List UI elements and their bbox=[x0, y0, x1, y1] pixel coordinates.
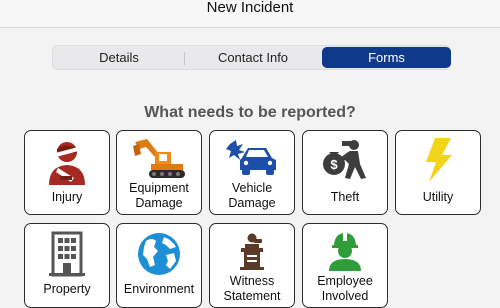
tile-label: Utility bbox=[422, 190, 454, 204]
tab-contact-info[interactable]: Contact Info bbox=[185, 46, 321, 69]
tile-label-line1: Employee bbox=[317, 274, 373, 288]
tile-label-line1: Witness bbox=[229, 274, 275, 288]
navigation-header: New Incident bbox=[0, 0, 500, 28]
tile-label: Theft bbox=[330, 190, 360, 204]
tile-label: Injury bbox=[51, 190, 83, 204]
section-heading: What needs to be reported? bbox=[144, 104, 356, 121]
tile-label-line1: Equipment bbox=[129, 181, 189, 195]
environment-tile[interactable]: Environment bbox=[116, 223, 202, 308]
tile-label: Property bbox=[43, 282, 91, 296]
page-title: New Incident bbox=[206, 0, 294, 16]
injury-tile[interactable]: Injury bbox=[24, 130, 110, 215]
tile-label-line2: Damage bbox=[228, 196, 276, 210]
injury-icon bbox=[49, 142, 85, 185]
tab-bar: Details Contact Info Forms bbox=[52, 45, 451, 70]
tile-label-line1: Vehicle bbox=[231, 181, 273, 195]
employee-involved-icon bbox=[329, 233, 361, 271]
tab-forms[interactable]: Forms bbox=[322, 47, 451, 68]
theft-icon: $ bbox=[323, 140, 366, 179]
theft-tile[interactable]: $ Theft bbox=[302, 130, 388, 215]
tile-label: Environment bbox=[123, 282, 195, 296]
property-icon bbox=[49, 231, 85, 277]
tile-label-line2: Statement bbox=[223, 289, 281, 303]
tile-label-line2: Damage bbox=[135, 196, 183, 210]
tile-label-line2: Involved bbox=[321, 289, 369, 303]
utility-icon bbox=[426, 138, 452, 182]
property-tile[interactable]: Property bbox=[24, 223, 110, 308]
environment-icon bbox=[138, 233, 180, 275]
equipment-damage-icon bbox=[133, 139, 185, 178]
vehicle-damage-icon bbox=[226, 140, 276, 175]
equipment-damage-tile[interactable]: Equipment Damage bbox=[116, 130, 202, 215]
vehicle-damage-tile[interactable]: Vehicle Damage bbox=[209, 130, 295, 215]
tab-details[interactable]: Details bbox=[53, 46, 185, 69]
utility-tile[interactable]: Utility bbox=[395, 130, 481, 215]
witness-statement-icon bbox=[240, 233, 264, 270]
employee-involved-tile[interactable]: Employee Involved bbox=[302, 223, 388, 308]
witness-statement-tile[interactable]: Witness Statement bbox=[209, 223, 295, 308]
svg-text:$: $ bbox=[330, 157, 338, 172]
